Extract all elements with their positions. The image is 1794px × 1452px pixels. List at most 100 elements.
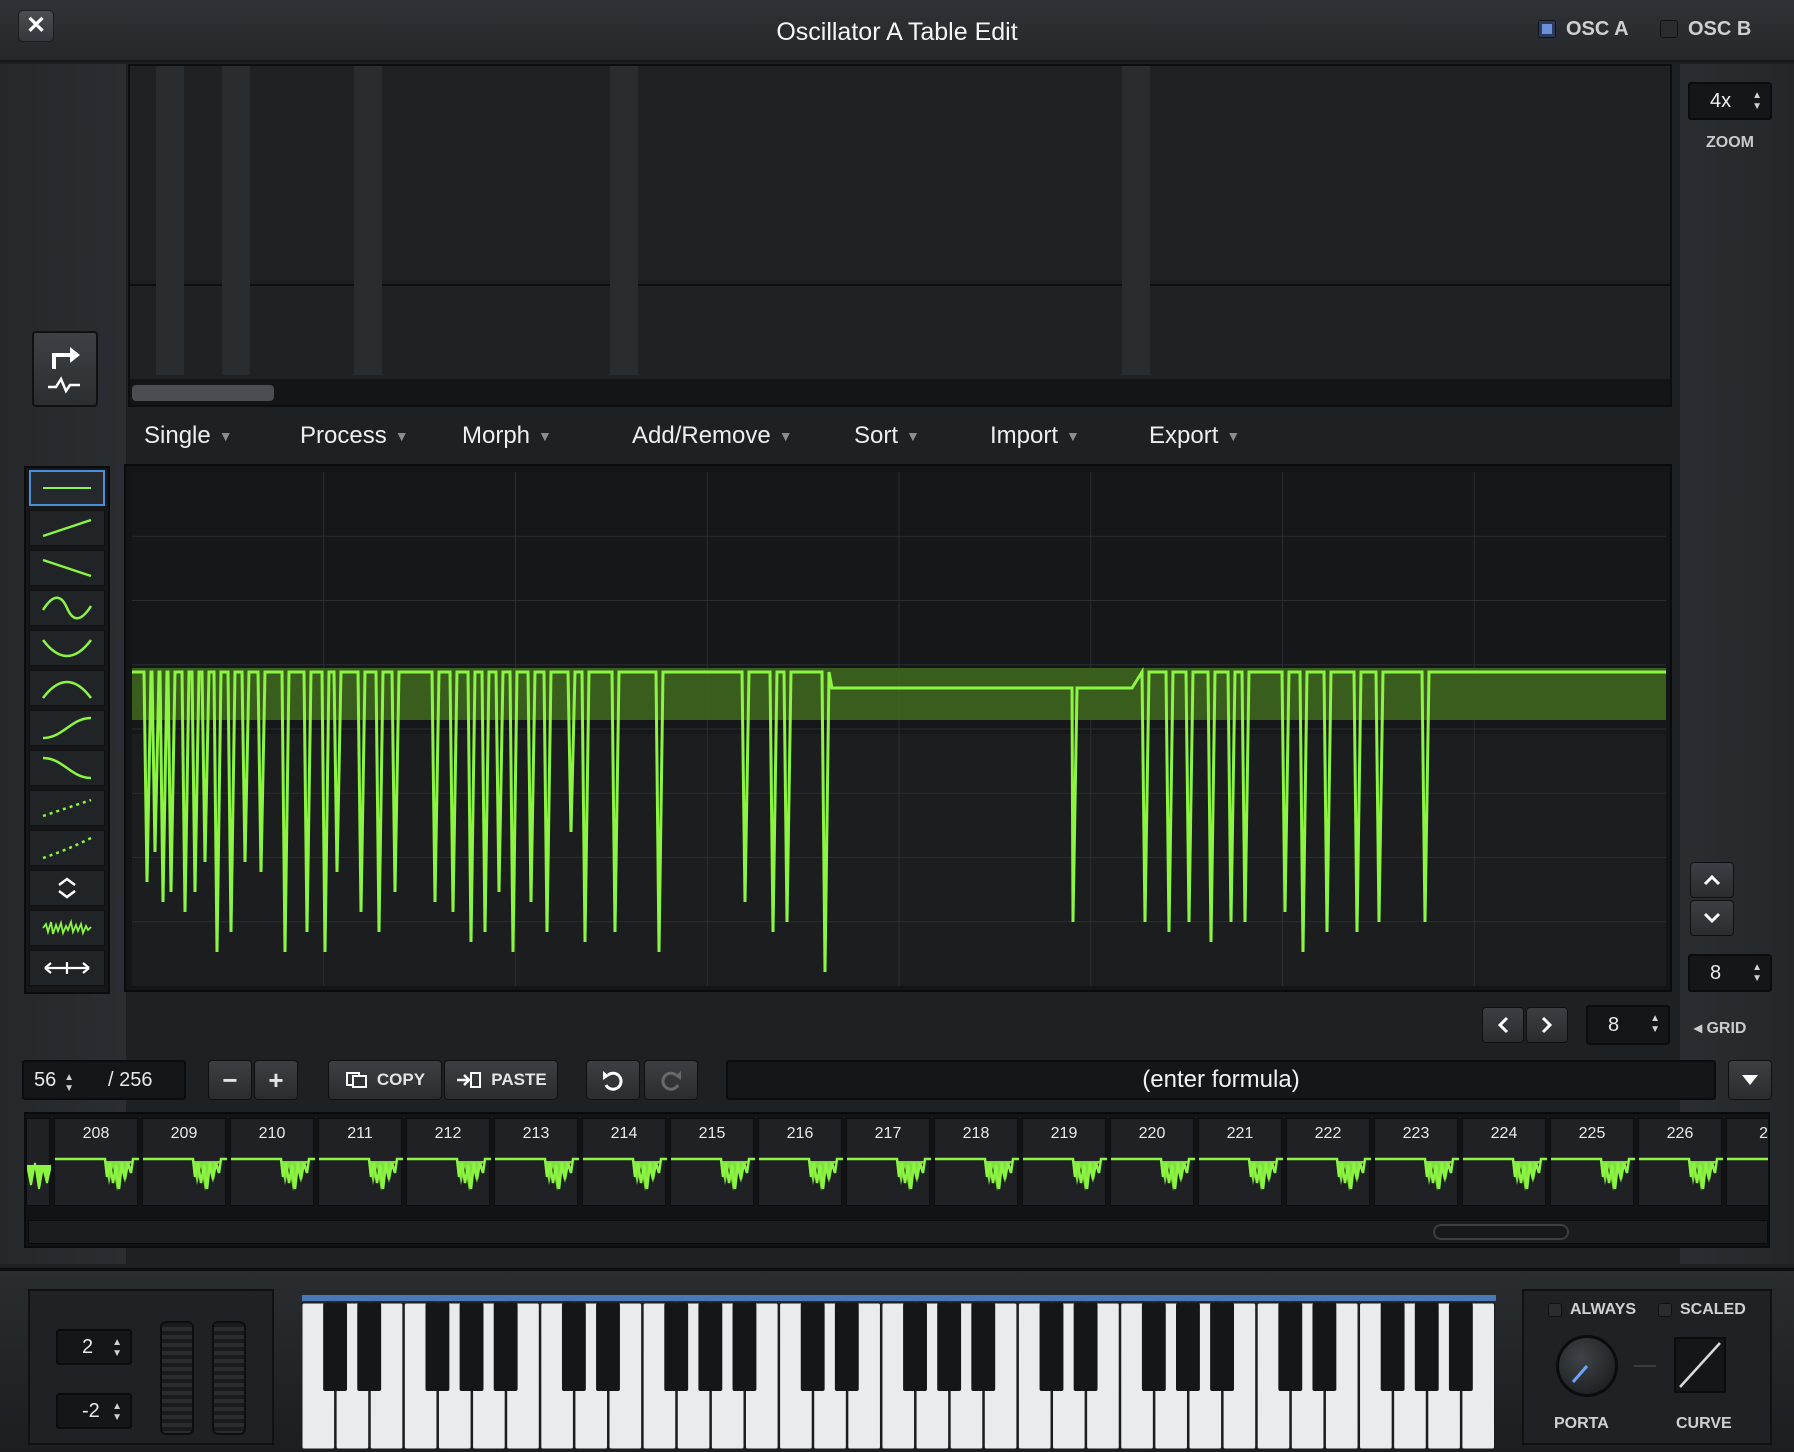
frame-thumbnail[interactable]: 226: [1638, 1118, 1723, 1206]
frame-thumbnail[interactable]: 211: [318, 1118, 403, 1206]
black-key[interactable]: [1039, 1303, 1064, 1391]
wavetable-overview[interactable]: [128, 64, 1672, 407]
frame-thumbnail[interactable]: 219: [1022, 1118, 1107, 1206]
black-key[interactable]: [1278, 1303, 1303, 1391]
black-key[interactable]: [903, 1303, 927, 1391]
osc-a-checkbox[interactable]: [1538, 20, 1556, 38]
black-key[interactable]: [971, 1303, 996, 1391]
always-toggle[interactable]: ALWAYS: [1548, 1301, 1636, 1319]
add-frame-button[interactable]: +: [254, 1060, 298, 1100]
copy-button[interactable]: COPY: [328, 1060, 442, 1100]
tool-ramp-up[interactable]: [29, 510, 105, 546]
piano-keyboard[interactable]: [302, 1295, 1496, 1451]
black-key[interactable]: [1414, 1303, 1439, 1391]
frame-thumbnail[interactable]: 208: [54, 1118, 139, 1206]
frame-thumbnail[interactable]: 224: [1462, 1118, 1547, 1206]
frame-current[interactable]: 56 ▲ ▼: [24, 1062, 96, 1098]
pitch-wheel[interactable]: [160, 1321, 194, 1435]
zoom-selector[interactable]: 4x ▲ ▼: [1688, 82, 1772, 120]
frame-thumbnail[interactable]: 217: [846, 1118, 931, 1206]
tool-bowl-curve[interactable]: [29, 630, 105, 666]
black-key[interactable]: [425, 1303, 450, 1391]
frame-thumbnail[interactable]: 218: [934, 1118, 1019, 1206]
black-key[interactable]: [596, 1303, 620, 1391]
black-key[interactable]: [800, 1303, 825, 1391]
tool-noise[interactable]: [29, 910, 105, 946]
tool-flat-line[interactable]: [29, 470, 105, 506]
shift-down-button[interactable]: [1690, 900, 1734, 936]
porta-knob[interactable]: [1556, 1335, 1618, 1397]
undo-button[interactable]: [586, 1060, 640, 1100]
frame-thumbnail[interactable]: 220: [1110, 1118, 1195, 1206]
frame-thumbnail[interactable]: 216: [758, 1118, 843, 1206]
mod-wheel[interactable]: [212, 1321, 246, 1435]
tool-ramp-down[interactable]: [29, 550, 105, 586]
black-key[interactable]: [459, 1303, 484, 1391]
frame-number-field[interactable]: 56 ▲ ▼ / 256: [22, 1060, 186, 1100]
send-to-oscillator-button[interactable]: [32, 331, 98, 407]
black-key[interactable]: [1380, 1303, 1405, 1391]
tool-dotted-curve[interactable]: [29, 830, 105, 866]
frame-strip-scroll-thumb[interactable]: [1433, 1224, 1569, 1240]
black-key[interactable]: [937, 1303, 962, 1391]
frame-thumbnail[interactable]: 210: [230, 1118, 315, 1206]
black-key[interactable]: [664, 1303, 689, 1391]
black-key[interactable]: [1312, 1303, 1337, 1391]
tool-s-curve-up[interactable]: [29, 710, 105, 746]
pitch-bend-up-field[interactable]: 2 ▲ ▼: [56, 1329, 132, 1365]
menu-export[interactable]: Export ▼: [1149, 422, 1240, 450]
formula-input[interactable]: (enter formula): [726, 1060, 1716, 1100]
black-key[interactable]: [1210, 1303, 1235, 1391]
menu-import[interactable]: Import ▼: [990, 422, 1080, 450]
osc-b-checkbox[interactable]: [1660, 20, 1678, 38]
menu-add-remove[interactable]: Add/Remove ▼: [632, 422, 793, 450]
always-checkbox[interactable]: [1548, 1303, 1562, 1317]
frame-thumbnail[interactable]: 215: [670, 1118, 755, 1206]
porta-curve-selector[interactable]: [1674, 1337, 1726, 1393]
tool-expand-contract[interactable]: [29, 870, 105, 906]
grid-y-selector[interactable]: 8 ▲ ▼: [1688, 954, 1772, 992]
black-key[interactable]: [561, 1303, 586, 1391]
frame-thumbnail[interactable]: [26, 1118, 51, 1206]
black-key[interactable]: [323, 1303, 348, 1391]
frame-thumbnail[interactable]: 214: [582, 1118, 667, 1206]
black-key[interactable]: [1141, 1303, 1166, 1391]
black-key[interactable]: [1176, 1303, 1200, 1391]
waveform-canvas[interactable]: [132, 472, 1666, 986]
black-key[interactable]: [698, 1303, 723, 1391]
black-key[interactable]: [357, 1303, 382, 1391]
menu-morph[interactable]: Morph ▼: [462, 422, 552, 450]
grid-x-selector[interactable]: 8 ▲ ▼: [1586, 1005, 1670, 1045]
black-key[interactable]: [1073, 1303, 1098, 1391]
scaled-toggle[interactable]: SCALED: [1658, 1301, 1746, 1319]
osc-b-toggle[interactable]: OSC B: [1660, 16, 1751, 42]
black-key[interactable]: [1448, 1303, 1473, 1391]
frame-thumbnail[interactable]: 213: [494, 1118, 579, 1206]
menu-process[interactable]: Process ▼: [300, 422, 409, 450]
tool-dotted-ramp[interactable]: [29, 790, 105, 826]
pitch-bend-down-field[interactable]: -2 ▲ ▼: [56, 1393, 132, 1429]
tool-sine[interactable]: [29, 590, 105, 626]
paste-button[interactable]: PASTE: [444, 1060, 558, 1100]
frame-thumbnail[interactable]: 22: [1726, 1118, 1768, 1206]
osc-a-toggle[interactable]: OSC A: [1538, 16, 1629, 42]
frame-strip-scrollbar[interactable]: [28, 1220, 1768, 1244]
menu-single[interactable]: Single ▼: [144, 422, 233, 450]
shift-right-button[interactable]: [1526, 1007, 1568, 1043]
redo-button[interactable]: [644, 1060, 698, 1100]
shift-up-button[interactable]: [1690, 862, 1734, 898]
black-key[interactable]: [732, 1303, 757, 1391]
frame-thumbnail[interactable]: 223: [1374, 1118, 1459, 1206]
frame-thumbnail[interactable]: 209: [142, 1118, 227, 1206]
frame-thumbnail[interactable]: 221: [1198, 1118, 1283, 1206]
frame-strip[interactable]: 208 209 210 211 212 213 214 215 216 217 218 219 220 2…: [24, 1112, 1770, 1248]
frame-thumbnail[interactable]: 225: [1550, 1118, 1635, 1206]
black-key[interactable]: [834, 1303, 859, 1391]
tool-arch-curve[interactable]: [29, 670, 105, 706]
black-key[interactable]: [493, 1303, 518, 1391]
waveform-editor[interactable]: [124, 464, 1672, 992]
menu-sort[interactable]: Sort ▼: [854, 422, 920, 450]
tool-stretch[interactable]: [29, 950, 105, 986]
frame-thumbnail[interactable]: 222: [1286, 1118, 1371, 1206]
scaled-checkbox[interactable]: [1658, 1303, 1672, 1317]
